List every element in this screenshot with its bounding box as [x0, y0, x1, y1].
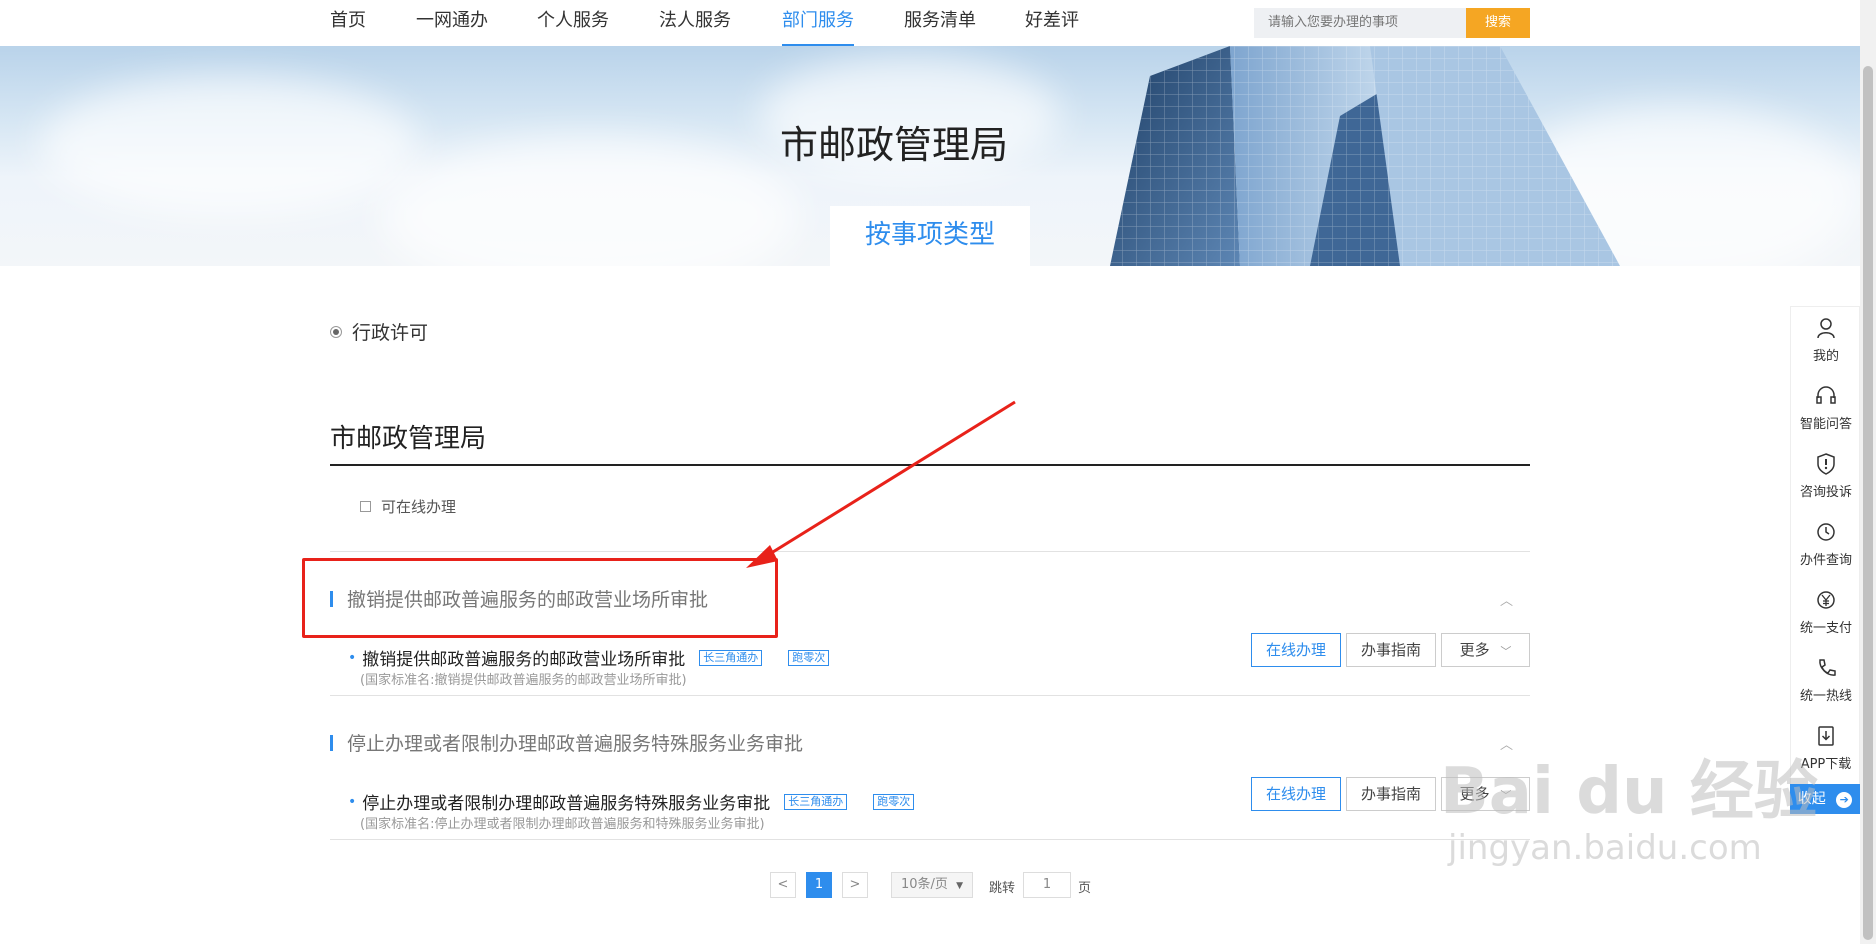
nav-item-review[interactable]: 好差评 — [1025, 8, 1079, 46]
group-title: 停止办理或者限制办理邮政普遍服务特殊服务业务审批 — [347, 733, 804, 755]
banner-title: 市邮政管理局 — [780, 123, 1009, 167]
category-label: 行政许可 — [352, 322, 429, 344]
top-nav: 首页 一网通办 个人服务 法人服务 部门服务 服务清单 好差评 搜索 — [0, 0, 1860, 46]
more-button[interactable]: 更多 ﹀ — [1441, 633, 1530, 667]
prev-page-button[interactable]: < — [770, 872, 796, 898]
tag-yrd: 长三角通办 — [784, 793, 848, 810]
caret-down-icon: ▼ — [956, 881, 963, 891]
toolbar-item-query[interactable]: 办件查询 — [1791, 521, 1861, 568]
tag-zero-trip: 跑零次 — [788, 649, 830, 666]
right-float-toolbar: 我的 智能问答 咨询投诉 办件查询 统一支付 统一热线 APP下载 — [1790, 306, 1860, 814]
toolbar-item-payment[interactable]: 统一支付 — [1791, 589, 1861, 636]
banner: 市邮政管理局 按事项类型 — [0, 46, 1860, 266]
toolbar-label: 我的 — [1812, 349, 1839, 364]
jump-page-input[interactable]: 1 — [1023, 872, 1071, 898]
search-input[interactable] — [1254, 8, 1466, 38]
chevron-down-icon: ﹀ — [1500, 645, 1512, 658]
toolbar-label: 统一热线 — [1799, 689, 1852, 704]
guide-button[interactable]: 办事指南 — [1346, 777, 1436, 811]
history-icon — [1791, 521, 1861, 547]
toolbar-label: 智能问答 — [1799, 417, 1852, 432]
page: 首页 一网通办 个人服务 法人服务 部门服务 服务清单 好差评 搜索 — [0, 0, 1876, 944]
divider — [330, 551, 1530, 552]
tab-by-item-type[interactable]: 按事项类型 — [830, 206, 1030, 266]
bullet-icon: • — [348, 793, 357, 810]
nav-item-personal[interactable]: 个人服务 — [537, 8, 609, 46]
item-title: 停止办理或者限制办理邮政普遍服务特殊服务业务审批 — [362, 794, 771, 814]
divider — [330, 839, 1530, 840]
nav-item-department[interactable]: 部门服务 — [782, 8, 854, 46]
checkbox-icon — [360, 501, 371, 512]
page-size-select[interactable]: 10条/页 ▼ — [891, 872, 973, 898]
category-radio-admin-license[interactable]: 行政许可 — [330, 318, 428, 345]
baidu-watermark: Bai du 经验 — [1440, 755, 1818, 829]
guide-button[interactable]: 办事指南 — [1346, 633, 1436, 667]
tag-zero-trip: 跑零次 — [873, 793, 915, 810]
toolbar-item-qa[interactable]: 智能问答 — [1791, 385, 1861, 432]
online-process-button[interactable]: 在线办理 — [1251, 633, 1341, 667]
search-button[interactable]: 搜索 — [1466, 8, 1530, 38]
page-button-current[interactable]: 1 — [806, 872, 832, 898]
nav-item-one-stop[interactable]: 一网通办 — [416, 8, 488, 46]
list-item[interactable]: • 停止办理或者限制办理邮政普遍服务特殊服务业务审批 长三角通办 跑零次 — [348, 789, 915, 814]
baidu-watermark-url: jingyan.baidu.com — [1448, 828, 1762, 868]
online-process-button[interactable]: 在线办理 — [1251, 777, 1341, 811]
department-title: 市邮政管理局 — [330, 424, 487, 454]
more-label: 更多 — [1459, 641, 1490, 659]
banner-cloud — [40, 76, 420, 216]
online-filter-label: 可在线办理 — [381, 498, 457, 516]
item-title: 撤销提供邮政普遍服务的邮政营业场所审批 — [362, 650, 686, 670]
yuan-icon — [1791, 589, 1861, 615]
user-icon — [1791, 317, 1861, 343]
item-standard-name: (国家标准名:停止办理或者限制办理邮政普遍服务和特殊服务业务审批) — [360, 817, 765, 832]
divider — [330, 464, 1530, 466]
group-accent-bar — [330, 734, 333, 751]
item-standard-name: (国家标准名:撤销提供邮政普遍服务的邮政营业场所审批) — [360, 673, 687, 688]
alert-shield-icon — [1791, 453, 1861, 479]
arrow-right-circle-icon: ➔ — [1836, 792, 1853, 808]
toolbar-item-mine[interactable]: 我的 — [1791, 317, 1861, 364]
tag-yrd: 长三角通办 — [699, 649, 763, 666]
toolbar-label: 统一支付 — [1799, 621, 1852, 636]
toolbar-item-hotline[interactable]: 统一热线 — [1791, 657, 1861, 704]
divider — [330, 695, 1530, 696]
list-item[interactable]: • 撤销提供邮政普遍服务的邮政营业场所审批 长三角通办 跑零次 — [348, 645, 830, 670]
page-size-value: 10条/页 — [901, 877, 948, 892]
online-filter-checkbox[interactable]: 可在线办理 — [360, 496, 456, 517]
phone-icon — [1791, 657, 1861, 683]
bullet-icon: • — [348, 649, 357, 666]
nav-item-home[interactable]: 首页 — [330, 8, 366, 46]
page-unit-label: 页 — [1078, 881, 1092, 896]
next-page-button[interactable]: > — [842, 872, 868, 898]
jump-label: 跳转 — [989, 881, 1016, 896]
annotation-highlight-box — [302, 558, 778, 638]
nav-item-corporate[interactable]: 法人服务 — [659, 8, 731, 46]
toolbar-label: 办件查询 — [1799, 553, 1852, 568]
building-illustration — [1110, 46, 1620, 266]
toolbar-label: 咨询投诉 — [1799, 485, 1852, 500]
nav-item-service-list[interactable]: 服务清单 — [904, 8, 976, 46]
radio-selected-icon — [330, 325, 342, 338]
banner-cloud — [380, 136, 800, 266]
scrollbar-thumb[interactable] — [1863, 66, 1873, 940]
group-header[interactable]: 停止办理或者限制办理邮政普遍服务特殊服务业务审批 — [330, 729, 803, 756]
toolbar-item-complaint[interactable]: 咨询投诉 — [1791, 453, 1861, 500]
collapse-caret-icon[interactable]: ︿ — [1500, 590, 1513, 609]
headset-icon — [1791, 385, 1861, 411]
